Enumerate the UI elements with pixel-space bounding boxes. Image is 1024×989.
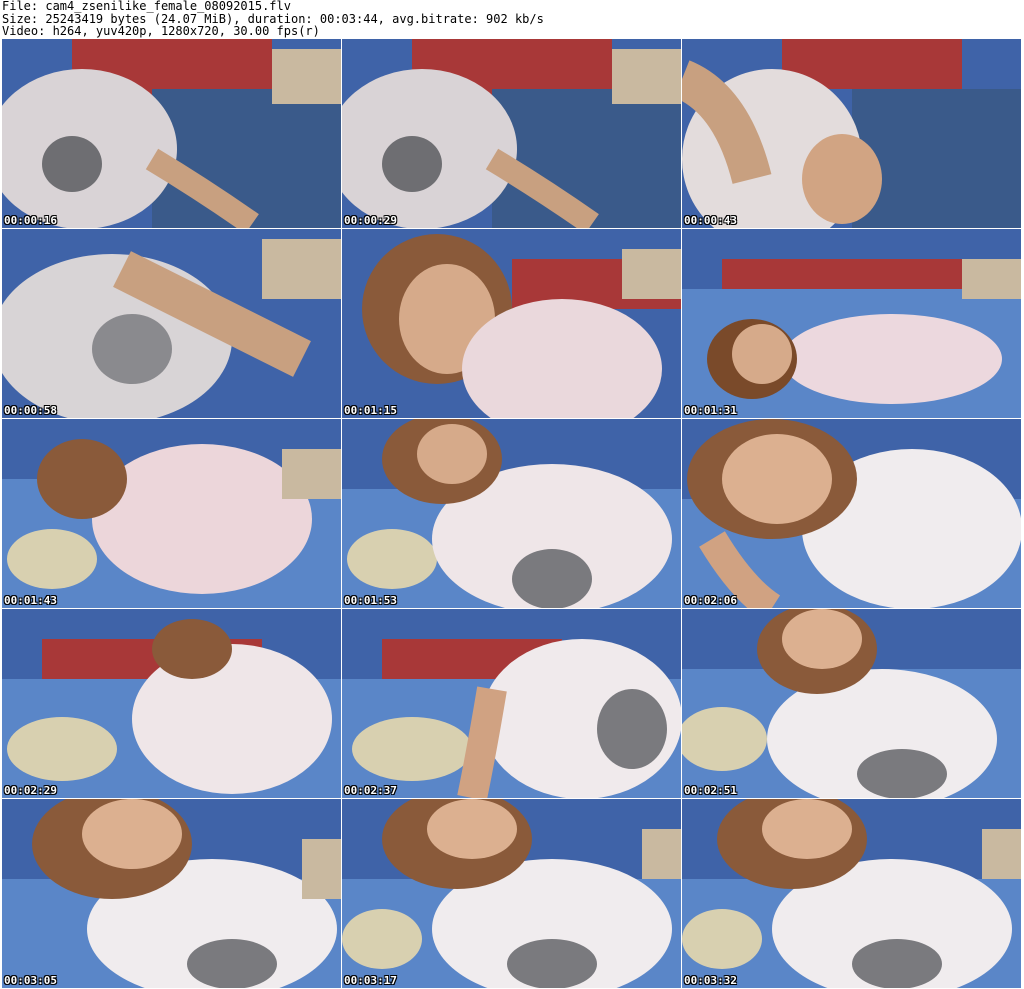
video-thumbnail: 00:02:06 — [682, 419, 1021, 608]
video-thumbnail: 00:00:16 — [2, 39, 341, 228]
thumbnail-timestamp: 00:00:43 — [684, 214, 737, 227]
thumbnail-image — [2, 799, 341, 988]
thumbnail-timestamp: 00:00:58 — [4, 404, 57, 417]
video-thumbnail: 00:00:29 — [342, 39, 681, 228]
video-thumbnail: 00:01:15 — [342, 229, 681, 418]
video-thumbnail: 00:01:53 — [342, 419, 681, 608]
thumbnail-image — [342, 609, 681, 798]
video-thumbnail: 00:03:05 — [2, 799, 341, 988]
video-thumbnail: 00:02:51 — [682, 609, 1021, 798]
thumbnail-image — [2, 609, 341, 798]
video-info-line: Video: h264, yuv420p, 1280x720, 30.00 fp… — [2, 24, 320, 38]
thumbnail-image — [2, 419, 341, 608]
video-thumbnail: 00:01:43 — [2, 419, 341, 608]
video-thumbnail: 00:03:32 — [682, 799, 1021, 988]
thumbnail-image — [342, 39, 681, 228]
thumbnail-timestamp: 00:02:37 — [344, 784, 397, 797]
file-info-header: File: cam4_zsenilike_female_08092015.flv… — [2, 0, 1022, 38]
thumbnail-grid: 00:00:16 00:00:29 00:00:43 00:00:58 00:0… — [2, 39, 1022, 989]
thumbnail-image — [682, 39, 1021, 228]
thumbnail-timestamp: 00:01:53 — [344, 594, 397, 607]
video-thumbnail: 00:00:43 — [682, 39, 1021, 228]
thumbnail-image — [342, 419, 681, 608]
thumbnail-image — [342, 229, 681, 418]
video-thumbnail: 00:02:37 — [342, 609, 681, 798]
thumbnail-timestamp: 00:03:17 — [344, 974, 397, 987]
thumbnail-image — [2, 229, 341, 418]
video-thumbnail: 00:03:17 — [342, 799, 681, 988]
thumbnail-timestamp: 00:00:29 — [344, 214, 397, 227]
thumbnail-timestamp: 00:01:43 — [4, 594, 57, 607]
thumbnail-image — [2, 39, 341, 228]
thumbnail-timestamp: 00:01:31 — [684, 404, 737, 417]
file-name-line: File: cam4_zsenilike_female_08092015.flv — [2, 0, 291, 13]
thumbnail-image — [682, 609, 1021, 798]
video-thumbnail: 00:01:31 — [682, 229, 1021, 418]
thumbnail-image — [682, 229, 1021, 418]
thumbnail-timestamp: 00:00:16 — [4, 214, 57, 227]
thumbnail-timestamp: 00:03:32 — [684, 974, 737, 987]
thumbnail-timestamp: 00:01:15 — [344, 404, 397, 417]
thumbnail-image — [342, 799, 681, 988]
thumbnail-timestamp: 00:02:06 — [684, 594, 737, 607]
thumbnail-image — [682, 419, 1021, 608]
thumbnail-timestamp: 00:03:05 — [4, 974, 57, 987]
thumbnail-timestamp: 00:02:29 — [4, 784, 57, 797]
thumbnail-image — [682, 799, 1021, 988]
video-thumbnail: 00:00:58 — [2, 229, 341, 418]
video-thumbnail: 00:02:29 — [2, 609, 341, 798]
thumbnail-timestamp: 00:02:51 — [684, 784, 737, 797]
